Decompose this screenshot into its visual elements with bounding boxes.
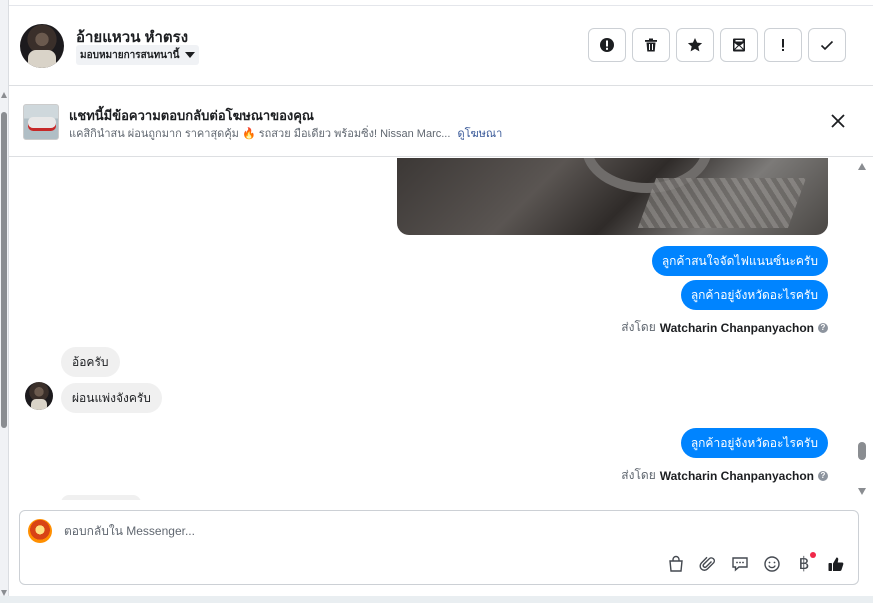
contact-avatar-small[interactable]: [25, 382, 53, 410]
partial-incoming-message: [61, 495, 141, 500]
message-thread[interactable]: ลูกค้าสนใจจัดไฟแนนซ์นะครับ ลูกค้าอยู่จัง…: [9, 158, 873, 500]
scroll-down-icon[interactable]: [858, 488, 866, 495]
follow-up-button[interactable]: [764, 28, 802, 62]
star-button[interactable]: [676, 28, 714, 62]
outgoing-message[interactable]: ลูกค้าสนใจจัดไฟแนนซ์นะครับ: [651, 246, 828, 276]
page-scroll-thumb[interactable]: [1, 112, 7, 428]
page-avatar: [28, 519, 52, 543]
bag-icon: [669, 555, 683, 572]
emoji-button[interactable]: [762, 554, 782, 574]
sent-by-prefix: ส่งโดย: [621, 468, 656, 482]
payment-button[interactable]: ฿: [794, 552, 816, 574]
header-actions: [588, 28, 846, 62]
mark-spam-button[interactable]: [588, 28, 626, 62]
outgoing-message[interactable]: ลูกค้าอยู่จังหวัดอะไรครับ: [680, 280, 828, 310]
sender-name: Watcharin Chanpanyachon: [659, 320, 814, 335]
chevron-down-icon: [185, 52, 196, 58]
paperclip-icon: [699, 556, 715, 571]
sent-by-line: ส่งโดย Watcharin Chanpanyachon ?: [621, 318, 828, 337]
thread-scrollbar[interactable]: [856, 158, 868, 500]
scroll-thumb[interactable]: [858, 442, 866, 460]
delete-button[interactable]: [632, 28, 670, 62]
help-icon[interactable]: ?: [818, 322, 828, 333]
ad-reply-banner: แชทนี้มีข้อความตอบกลับต่อโฆษณาของคุณ แคส…: [9, 87, 873, 157]
incoming-message[interactable]: ผ่อนแพ่งจังครับ: [61, 383, 162, 413]
close-icon[interactable]: [829, 112, 847, 130]
sender-name: Watcharin Chanpanyachon: [659, 468, 814, 483]
conversation-header: อ้ายแหวน หำตรง มอบหมายการสนทนานี้: [9, 6, 873, 86]
assign-conversation-dropdown[interactable]: มอบหมายการสนทนานี้: [76, 45, 200, 65]
check-icon: [820, 40, 834, 51]
view-ad-link[interactable]: ดูโฆษณา: [457, 128, 502, 140]
like-button[interactable]: [826, 554, 846, 574]
reply-input[interactable]: [64, 524, 764, 538]
scroll-up-icon[interactable]: [858, 163, 866, 170]
attach-button[interactable]: [698, 554, 718, 574]
chat-bubble-icon: [732, 557, 748, 572]
ad-description-text: แคสิกินำสน ผ่อนถูกมาก ราคาสุดคุ้ม 🔥 รถสว…: [69, 128, 451, 140]
shared-car-photo[interactable]: [397, 158, 828, 235]
page-scroll-up-icon[interactable]: [1, 92, 7, 98]
envelope-icon: [733, 38, 745, 52]
sent-by-prefix: ส่งโดย: [621, 320, 656, 334]
trash-icon: [645, 38, 657, 52]
thumbs-up-icon: [828, 557, 844, 571]
bottom-border: [0, 596, 873, 603]
smiley-icon: [764, 556, 780, 572]
alert-circle-icon: [600, 38, 614, 52]
baht-icon: ฿: [798, 554, 810, 574]
photo-floor-mat: [637, 178, 807, 228]
composer-tools: ฿: [666, 552, 846, 574]
exclamation-icon: [782, 39, 784, 51]
outgoing-message[interactable]: ลูกค้าอยู่จังหวัดอะไรครับ: [680, 428, 828, 458]
saved-replies-button[interactable]: [730, 554, 750, 574]
notification-dot: [810, 552, 816, 558]
conversation-panel: อ้ายแหวน หำตรง มอบหมายการสนทนานี้ แชทนี้…: [9, 0, 873, 603]
contact-avatar[interactable]: [20, 24, 64, 68]
star-icon: [687, 38, 703, 52]
assign-label: มอบหมายการสนทนานี้: [80, 49, 180, 61]
page-scrollbar[interactable]: [0, 0, 9, 603]
shop-button[interactable]: [666, 554, 686, 574]
mark-done-button[interactable]: [808, 28, 846, 62]
reply-composer: ฿: [19, 510, 859, 585]
mark-unread-button[interactable]: [720, 28, 758, 62]
ad-thumbnail[interactable]: [23, 104, 59, 140]
ad-banner-description: แคสิกินำสน ผ่อนถูกมาก ราคาสุดคุ้ม 🔥 รถสว…: [69, 124, 502, 142]
help-icon[interactable]: ?: [818, 470, 828, 481]
ad-banner-title: แชทนี้มีข้อความตอบกลับต่อโฆษณาของคุณ: [69, 108, 314, 123]
sent-by-line: ส่งโดย Watcharin Chanpanyachon ?: [621, 466, 828, 485]
incoming-message[interactable]: อ้อครับ: [61, 347, 120, 377]
